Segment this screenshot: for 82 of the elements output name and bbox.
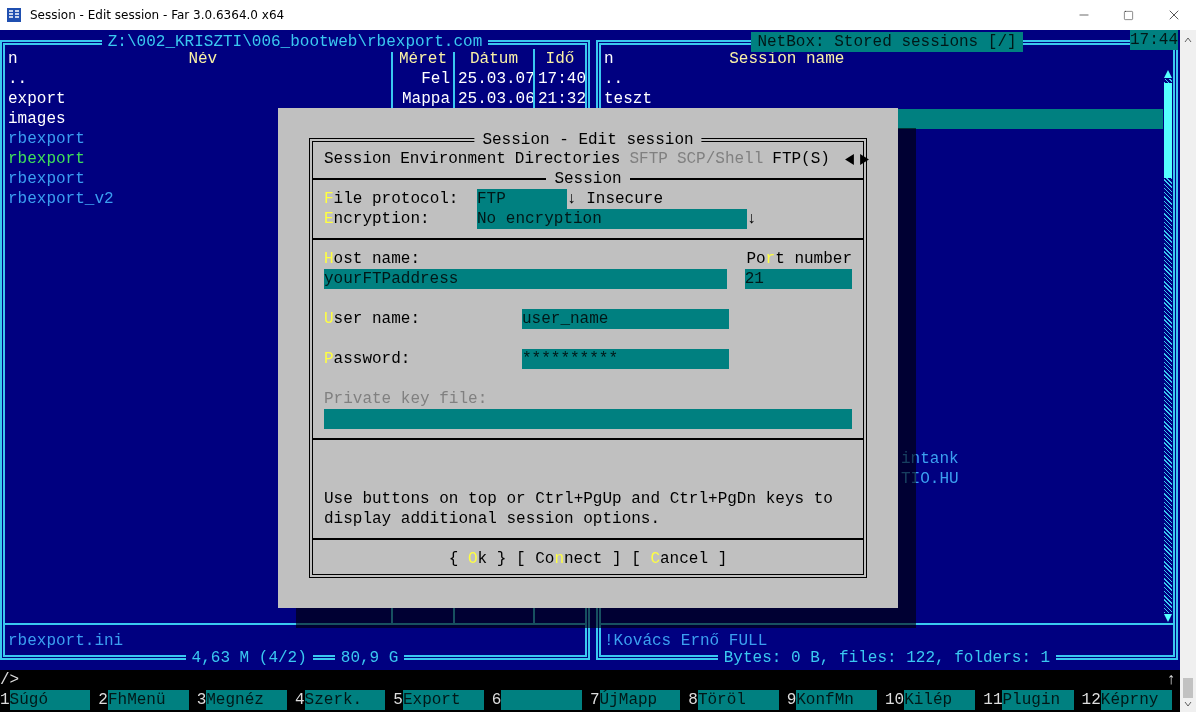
function-key[interactable]: Súgó [9, 690, 91, 710]
file-time: 17:40 [538, 69, 586, 89]
function-key[interactable]: Szerk. [304, 690, 386, 710]
key-number: 3 [196, 690, 207, 710]
key-number: 5 [393, 690, 403, 710]
field-label: User name: [324, 309, 422, 329]
field-label: Port number [746, 249, 852, 269]
file-date: 25.03.07 [458, 69, 535, 89]
scroll-mark: ↑ [1166, 670, 1176, 690]
key-number: 10 [884, 690, 905, 710]
dialog-button[interactable]: [ Connect ] [516, 549, 622, 569]
tab[interactable]: Session [324, 149, 392, 169]
file-size: Fel [421, 69, 450, 89]
protocol-dropdown[interactable]: FTP [477, 189, 567, 209]
column-header[interactable]: Session name [729, 49, 845, 69]
column-header: n [604, 49, 614, 69]
command-prompt[interactable]: /> [0, 670, 20, 690]
key-number: 11 [983, 690, 1003, 710]
panel-stats: 4,63 M (4/2) [185, 648, 313, 668]
file-info: !Kovács Ernő FULL [604, 632, 768, 650]
clock: 17:44 [1130, 30, 1178, 50]
key-number: 4 [295, 690, 305, 710]
session-name[interactable]: TIO.HU [901, 469, 959, 489]
function-key[interactable]: Plugin [1002, 690, 1074, 710]
file-name[interactable]: export [8, 89, 66, 109]
function-key[interactable]: Export [402, 690, 484, 710]
key-number: 12 [1081, 690, 1101, 710]
session-name[interactable]: .. [604, 69, 624, 89]
panel-title: Z:\002_KRISZTI\006_bootweb\rbexport.com [101, 32, 489, 52]
session-name[interactable]: intank [901, 449, 959, 469]
function-key[interactable]: ÚjMapp [599, 690, 681, 710]
encryption-dropdown[interactable]: No encryption [477, 209, 747, 229]
column-header[interactable]: Név [188, 49, 218, 69]
field-label: Encryption: [324, 209, 431, 229]
function-key[interactable]: Képrny [1100, 690, 1172, 710]
port-field[interactable]: 21 [744, 269, 852, 289]
column-header[interactable]: Idő [545, 49, 575, 69]
key-number: 2 [98, 690, 108, 710]
dialog-button[interactable]: [ Cancel ] [631, 549, 728, 569]
key-number: 7 [589, 691, 600, 710]
file-name[interactable]: rbexport [8, 149, 85, 169]
function-key[interactable]: FhMenü [107, 690, 189, 710]
window-title: Session - Edit session - Far 3.0.6364.0 x64 [30, 8, 286, 22]
file-time: 21:32 [538, 89, 586, 109]
field-label: Host name: [324, 249, 422, 269]
tab[interactable]: Directories [514, 149, 621, 169]
file-name[interactable]: rbexport_v2 [8, 189, 114, 209]
function-key[interactable]: KonfMn [796, 690, 877, 710]
key-number: 9 [786, 690, 797, 710]
host-field[interactable]: yourFTPaddress [324, 269, 727, 289]
dropdown-arrow[interactable]: ↓ [747, 209, 757, 229]
file-size: Mappa [402, 89, 450, 109]
file-date: 25.03.06 [458, 89, 535, 109]
file-info: rbexport.ini [8, 632, 124, 650]
function-key[interactable]: Megnéz [206, 690, 287, 710]
file-name[interactable]: images [8, 109, 66, 129]
dialog-button[interactable]: { Ok } [448, 549, 507, 569]
panel-title: NetBox: Stored sessions [/] [751, 32, 1023, 52]
file-name[interactable]: rbexport [8, 129, 85, 149]
field-label: File protocol: [324, 189, 460, 209]
protocol-note: ↓ Insecure [567, 189, 663, 209]
password-field[interactable]: ********** [522, 349, 729, 369]
function-key[interactable]: Töröl [697, 690, 779, 710]
key-number: 8 [688, 690, 698, 710]
column-header[interactable]: Dátum [470, 49, 518, 69]
column-header[interactable]: Méret [399, 49, 447, 69]
field-label: Password: [324, 349, 412, 369]
session-name[interactable]: teszt [604, 89, 652, 109]
file-name[interactable]: rbexport [8, 169, 85, 189]
panel-stats: Bytes: 0 B, files: 122, folders: 1 [717, 648, 1057, 668]
hint-text: Use buttons on top or Ctrl+PgUp and Ctrl+PgDn keys to display additional session options. [324, 489, 834, 529]
key-number: 6 [491, 690, 502, 710]
section-title: Session [553, 169, 623, 189]
tab[interactable]: FTP(S) [772, 149, 830, 169]
tab[interactable]: Environment [400, 149, 506, 169]
function-key[interactable]: Kilép [904, 690, 976, 710]
username-field[interactable]: user_name [522, 309, 729, 329]
file-name[interactable]: .. [8, 69, 28, 89]
key-number: 1 [0, 690, 10, 710]
column-header: n [8, 49, 18, 69]
field-label: Private key file: [324, 389, 488, 409]
panel-stats: 80,9 G [334, 648, 405, 668]
